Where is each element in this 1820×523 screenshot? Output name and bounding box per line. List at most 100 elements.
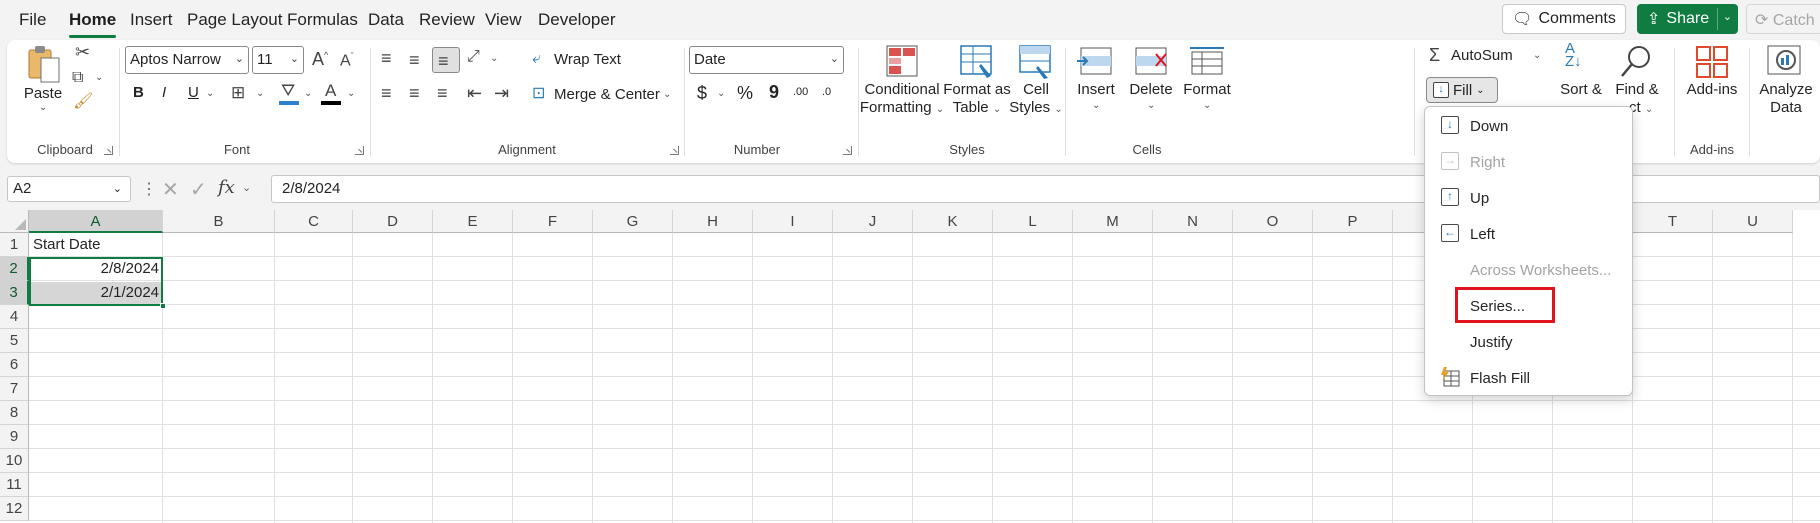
- column-header-b[interactable]: B: [163, 210, 275, 233]
- chevron-down-icon[interactable]: ⌄: [347, 88, 355, 99]
- tab-insert[interactable]: Insert: [130, 10, 173, 30]
- chevron-down-icon[interactable]: ⌄: [304, 88, 312, 99]
- column-header-m[interactable]: M: [1073, 210, 1153, 233]
- merge-center-button[interactable]: ⊡ Merge & Center ⌄: [532, 83, 682, 107]
- font-name-combo[interactable]: Aptos Narrow ⌄: [125, 46, 249, 74]
- align-center-icon[interactable]: ≡: [409, 84, 420, 102]
- row-header-2[interactable]: 2: [0, 257, 29, 281]
- row-header-10[interactable]: 10: [0, 449, 29, 473]
- column-header-o[interactable]: O: [1233, 210, 1313, 233]
- fill-up-item[interactable]: ↑ Up: [1425, 181, 1632, 215]
- column-header-f[interactable]: F: [513, 210, 593, 233]
- tab-review[interactable]: Review: [419, 10, 475, 30]
- catch-up-button[interactable]: ⟳ Catch: [1746, 4, 1820, 34]
- column-header-j[interactable]: J: [833, 210, 913, 233]
- row-header-6[interactable]: 6: [0, 353, 29, 377]
- column-header-d[interactable]: D: [353, 210, 433, 233]
- insert-function-button[interactable]: fx: [218, 177, 235, 198]
- analyze-data-button[interactable]: Analyze Data: [1752, 42, 1820, 116]
- align-right-icon[interactable]: ≡: [437, 84, 448, 102]
- row-header-8[interactable]: 8: [0, 401, 29, 425]
- format-cells-button[interactable]: Format ⌄: [1181, 42, 1233, 114]
- column-header-a[interactable]: A: [29, 210, 163, 233]
- align-left-icon[interactable]: ≡: [381, 84, 392, 102]
- bold-button[interactable]: B: [133, 84, 144, 101]
- align-middle-icon[interactable]: ≡: [409, 51, 420, 69]
- name-box[interactable]: A2 ⌄: [7, 176, 131, 202]
- increase-font-icon[interactable]: A^: [312, 50, 328, 68]
- tab-page-layout[interactable]: Page Layout: [187, 10, 282, 30]
- column-header-e[interactable]: E: [433, 210, 513, 233]
- row-header-1[interactable]: 1: [0, 233, 29, 257]
- cell-a1[interactable]: Start Date: [33, 233, 101, 257]
- increase-indent-icon[interactable]: ⇥: [494, 84, 509, 102]
- paste-button[interactable]: Paste ⌄: [21, 44, 65, 118]
- insert-cells-button[interactable]: Insert ⌄: [1072, 42, 1120, 114]
- chevron-down-icon[interactable]: ⌄: [95, 72, 103, 83]
- chevron-down-icon[interactable]: ⌄: [717, 88, 725, 99]
- format-painter-icon[interactable]: 🖌: [73, 94, 93, 110]
- align-bottom-button[interactable]: ≡: [432, 47, 460, 73]
- comma-button[interactable]: 9: [769, 82, 779, 103]
- cell-a3[interactable]: 2/1/2024: [31, 281, 159, 305]
- chevron-down-icon[interactable]: ⌄: [1723, 10, 1732, 23]
- number-format-combo[interactable]: Date ⌄: [689, 46, 844, 74]
- column-header-t[interactable]: T: [1633, 210, 1713, 233]
- fill-down-item[interactable]: ↓ Down: [1425, 109, 1632, 143]
- tab-data[interactable]: Data: [368, 10, 404, 30]
- fill-color-icon[interactable]: ⛛: [281, 82, 295, 99]
- row-header-7[interactable]: 7: [0, 377, 29, 401]
- row-header-4[interactable]: 4: [0, 305, 29, 329]
- font-color-icon[interactable]: A: [325, 82, 336, 99]
- decrease-font-icon[interactable]: Aˇ: [340, 52, 354, 69]
- column-header-u[interactable]: U: [1713, 210, 1793, 233]
- increase-decimal-button[interactable]: .00: [793, 86, 808, 98]
- row-header-12[interactable]: 12: [0, 497, 29, 521]
- autosum-button[interactable]: Σ AutoSum ⌄: [1429, 44, 1544, 68]
- fill-button[interactable]: ↓ Fill ⌄: [1426, 77, 1498, 103]
- fill-handle[interactable]: [160, 303, 166, 309]
- cell-a2[interactable]: 2/8/2024: [31, 257, 159, 281]
- comments-button[interactable]: 🗨 Comments: [1502, 4, 1626, 34]
- orientation-icon[interactable]: ⤢: [467, 49, 480, 65]
- align-top-icon[interactable]: ≡: [381, 49, 392, 67]
- enter-icon[interactable]: ✓: [190, 177, 207, 202]
- chevron-down-icon[interactable]: ⌄: [490, 53, 498, 64]
- row-header-3[interactable]: 3: [0, 281, 29, 305]
- select-all-corner[interactable]: [0, 210, 29, 233]
- find-select-button[interactable]: Find & ct ⌄: [1607, 42, 1667, 116]
- row-header-9[interactable]: 9: [0, 425, 29, 449]
- percent-button[interactable]: %: [737, 83, 753, 104]
- justify-item[interactable]: Justify: [1425, 325, 1632, 359]
- copy-icon[interactable]: ⧉: [72, 70, 83, 86]
- conditional-formatting-button[interactable]: Conditional Formatting ⌄: [860, 42, 944, 116]
- row-header-11[interactable]: 11: [0, 473, 29, 497]
- row-header-5[interactable]: 5: [0, 329, 29, 353]
- add-ins-button[interactable]: Add-ins: [1679, 42, 1745, 112]
- currency-button[interactable]: $: [697, 83, 707, 104]
- underline-button[interactable]: U: [188, 84, 199, 101]
- tab-home[interactable]: Home: [69, 10, 117, 38]
- column-header-i[interactable]: I: [753, 210, 833, 233]
- column-header-c[interactable]: C: [275, 210, 353, 233]
- delete-cells-button[interactable]: Delete ⌄: [1125, 42, 1177, 114]
- column-header-n[interactable]: N: [1153, 210, 1233, 233]
- alignment-launcher-icon[interactable]: [670, 146, 679, 155]
- column-header-g[interactable]: G: [593, 210, 673, 233]
- borders-icon[interactable]: ⊞: [231, 84, 245, 101]
- font-launcher-icon[interactable]: [355, 146, 364, 155]
- flash-fill-item[interactable]: Flash Fill: [1425, 361, 1632, 395]
- cut-icon[interactable]: ✂: [75, 43, 90, 61]
- fill-left-item[interactable]: ← Left: [1425, 217, 1632, 251]
- tab-view[interactable]: View: [485, 10, 522, 30]
- number-launcher-icon[interactable]: [843, 146, 852, 155]
- wrap-text-button[interactable]: ⤶ Wrap Text: [532, 48, 652, 72]
- decrease-decimal-button[interactable]: .0: [822, 86, 831, 98]
- share-button[interactable]: ⇪ Share ⌄: [1637, 4, 1738, 34]
- tab-developer[interactable]: Developer: [538, 10, 616, 30]
- sort-filter-button[interactable]: A Z↓ Sort &: [1551, 41, 1611, 112]
- chevron-down-icon[interactable]: ⌄: [256, 88, 264, 99]
- clipboard-launcher-icon[interactable]: [104, 146, 113, 155]
- column-header-k[interactable]: K: [913, 210, 993, 233]
- decrease-indent-icon[interactable]: ⇤: [467, 84, 482, 102]
